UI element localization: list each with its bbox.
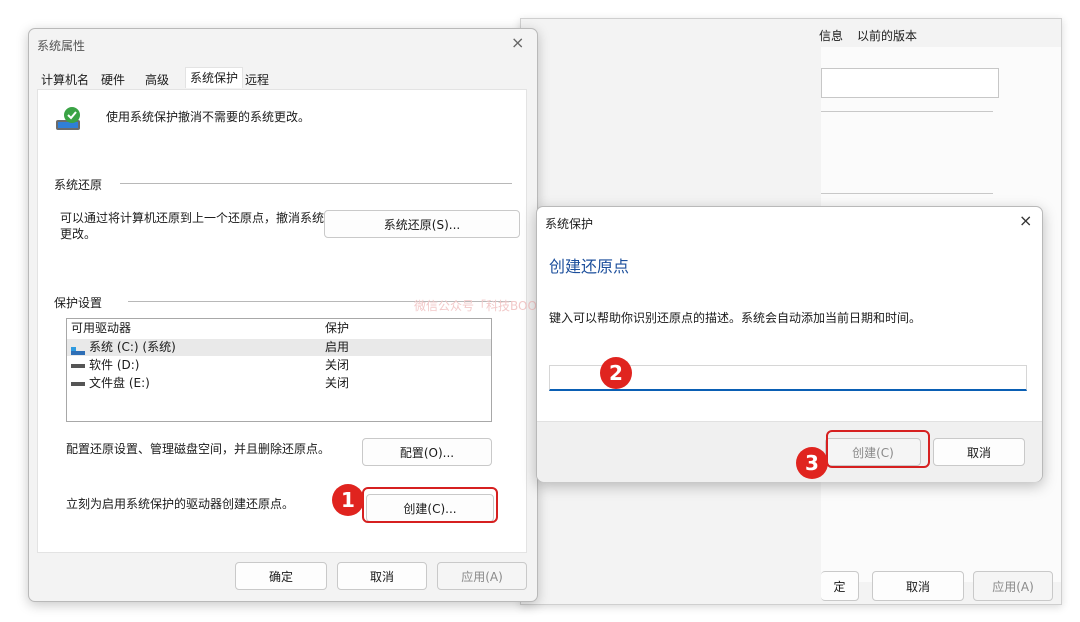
drive-icon	[71, 364, 85, 368]
window-title: 系统属性	[37, 39, 86, 53]
annotation-highlight-box	[362, 487, 498, 523]
annotation-badge-2: 2	[600, 357, 632, 389]
ok-button[interactable]: 确定	[235, 562, 327, 590]
drives-listbox[interactable]: 可用驱动器 保护 系统 (C:) (系统) 启用 软件 (D:) 关闭 文件盘 …	[66, 318, 492, 422]
system-restore-button[interactable]: 系统还原(S)...	[324, 210, 520, 238]
create-text: 立刻为启用系统保护的驱动器创建还原点。	[66, 497, 295, 511]
system-restore-description: 可以通过将计算机还原到上一个还原点，撤消系统更改。	[60, 211, 325, 241]
drive-name: 软件 (D:)	[89, 358, 140, 372]
bg-tab-previous-versions[interactable]: 以前的版本	[857, 27, 917, 44]
tab-panel-system-protection: 使用系统保护撤消不需要的系统更改。 系统还原 可以通过将计算机还原到上一个还原点…	[37, 89, 527, 553]
dialog-cancel-button[interactable]: 取消	[933, 438, 1025, 466]
drive-protection-status: 关闭	[325, 376, 350, 390]
bg-text-field[interactable]	[821, 68, 999, 98]
bg-tab-info[interactable]: 信息	[819, 27, 843, 44]
close-icon[interactable]: ×	[1019, 211, 1032, 230]
drive-row[interactable]: 系统 (C:) (系统) 启用	[67, 339, 491, 356]
drive-name: 文件盘 (E:)	[89, 376, 150, 390]
configure-button[interactable]: 配置(O)...	[362, 438, 492, 466]
dialog-heading: 创建还原点	[549, 257, 630, 276]
dialog-title: 系统保护	[545, 217, 594, 231]
drive-protection-status: 关闭	[325, 358, 350, 372]
annotation-badge-3: 3	[796, 447, 828, 479]
close-icon[interactable]: ×	[511, 33, 524, 52]
column-header-protection: 保护	[325, 321, 350, 335]
apply-button[interactable]: 应用(A)	[437, 562, 527, 590]
column-header-drives: 可用驱动器	[71, 321, 132, 335]
annotation-highlight-box	[826, 430, 930, 468]
bg-cancel-button[interactable]: 取消	[872, 571, 964, 601]
cancel-button[interactable]: 取消	[337, 562, 427, 590]
system-restore-group-label: 系统还原	[54, 178, 103, 192]
configure-text: 配置还原设置、管理磁盘空间，并且删除还原点。	[66, 442, 331, 456]
system-protection-shield-icon	[52, 104, 84, 136]
dialog-footer: 创建(C) 取消	[537, 421, 1042, 482]
create-restore-point-dialog: 系统保护 × 创建还原点 键入可以帮助你识别还原点的描述。系统会自动添加当前日期…	[536, 206, 1043, 482]
bg-divider	[821, 193, 993, 194]
drive-protection-status: 启用	[325, 340, 350, 354]
system-drive-icon	[71, 343, 85, 355]
protection-settings-group-label: 保护设置	[54, 296, 103, 310]
tab-system-protection[interactable]: 系统保护	[185, 67, 244, 88]
drive-row[interactable]: 软件 (D:) 关闭	[67, 357, 491, 374]
bg-apply-button[interactable]: 应用(A)	[973, 571, 1053, 601]
listbox-header: 可用驱动器 保护	[67, 320, 491, 337]
intro-text: 使用系统保护撤消不需要的系统更改。	[106, 110, 311, 124]
group-divider	[120, 183, 512, 184]
drive-icon	[71, 382, 85, 386]
drive-name: 系统 (C:) (系统)	[89, 340, 176, 354]
bg-divider	[821, 111, 993, 112]
annotation-badge-1: 1	[332, 484, 364, 516]
tab-advanced[interactable]: 高级	[143, 71, 171, 88]
bg-ok-button[interactable]: 定	[821, 571, 859, 601]
tab-hardware[interactable]: 硬件	[99, 71, 127, 88]
dialog-instruction: 键入可以帮助你识别还原点的描述。系统会自动添加当前日期和时间。	[549, 311, 922, 325]
drive-row[interactable]: 文件盘 (E:) 关闭	[67, 375, 491, 392]
tab-computer-name[interactable]: 计算机名	[39, 71, 91, 88]
tab-remote[interactable]: 远程	[243, 71, 271, 88]
